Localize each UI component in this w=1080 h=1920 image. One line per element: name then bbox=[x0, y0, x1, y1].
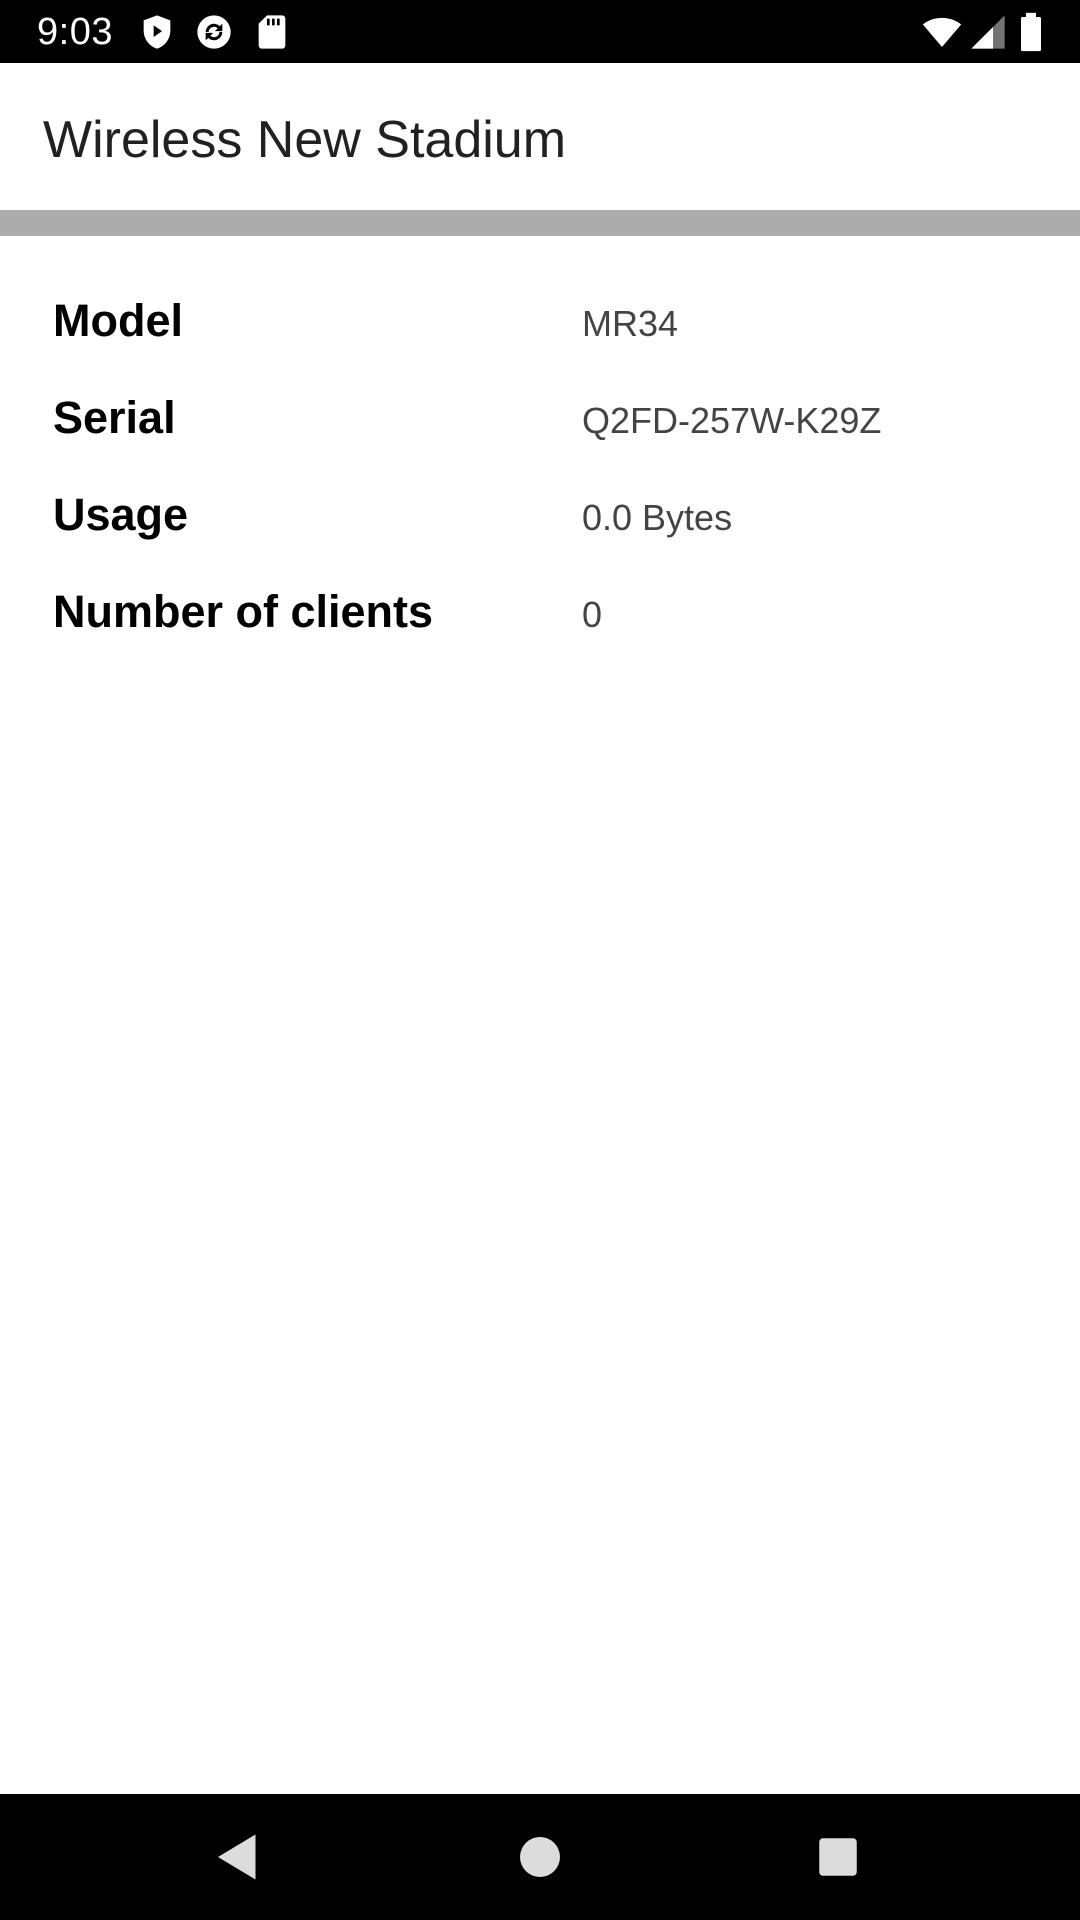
detail-row-usage: Usage 0.0 Bytes bbox=[0, 479, 1080, 576]
wifi-icon bbox=[920, 12, 964, 52]
serial-label: Serial bbox=[53, 392, 176, 443]
status-time: 9:03 bbox=[37, 11, 113, 53]
recents-icon[interactable] bbox=[808, 1827, 868, 1887]
sync-icon bbox=[194, 12, 234, 52]
device-details-screen: 9:03 Wireless New Stadium Model MR34 Ser… bbox=[0, 0, 1080, 1920]
status-bar: 9:03 bbox=[0, 0, 1080, 63]
page-title: Wireless New Stadium bbox=[43, 111, 567, 169]
device-details-list: Model MR34 Serial Q2FD-257W-K29Z Usage 0… bbox=[0, 285, 1080, 673]
home-icon[interactable] bbox=[510, 1827, 570, 1887]
sd-card-icon bbox=[252, 12, 292, 52]
header-divider bbox=[0, 210, 1080, 236]
shield-icon bbox=[137, 12, 177, 52]
usage-value: 0.0 Bytes bbox=[582, 497, 733, 538]
back-icon[interactable] bbox=[208, 1827, 268, 1887]
usage-label: Usage bbox=[53, 489, 189, 540]
battery-icon bbox=[1013, 12, 1049, 52]
clients-value: 0 bbox=[582, 594, 603, 635]
signal-icon bbox=[968, 12, 1008, 52]
model-value: MR34 bbox=[582, 303, 679, 344]
detail-row-model: Model MR34 bbox=[0, 285, 1080, 382]
detail-row-serial: Serial Q2FD-257W-K29Z bbox=[0, 382, 1080, 479]
serial-value: Q2FD-257W-K29Z bbox=[582, 400, 882, 441]
detail-row-clients: Number of clients 0 bbox=[0, 576, 1080, 673]
clients-label: Number of clients bbox=[53, 586, 434, 637]
model-label: Model bbox=[53, 295, 183, 346]
navigation-bar bbox=[0, 1794, 1080, 1920]
app-bar: Wireless New Stadium bbox=[0, 63, 1080, 210]
